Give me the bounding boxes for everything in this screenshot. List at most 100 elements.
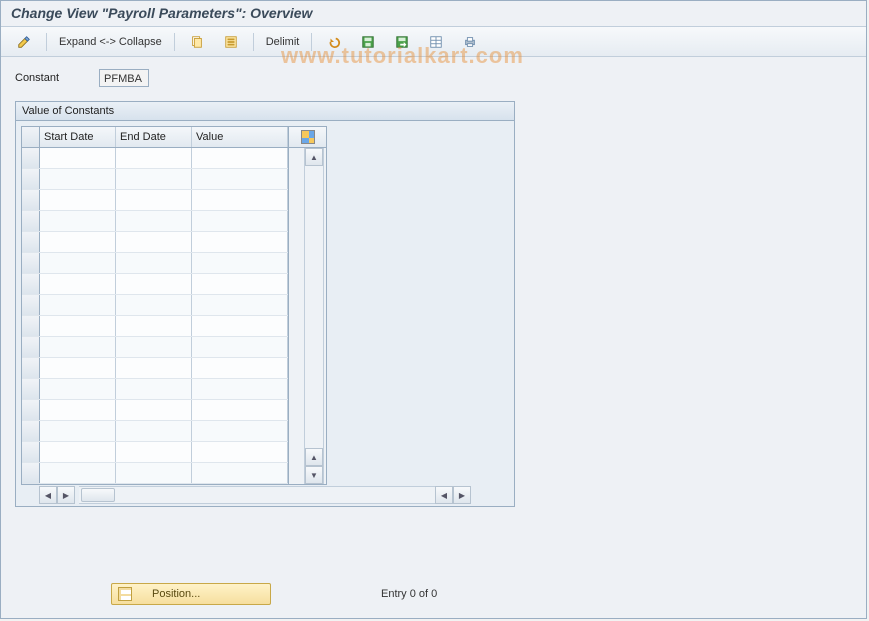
row-selector[interactable]	[22, 400, 40, 420]
col-end-date[interactable]: End Date	[116, 127, 192, 147]
cell-start-date[interactable]	[40, 190, 116, 210]
cell-start-date[interactable]	[40, 337, 116, 357]
expand-collapse-button[interactable]: Expand <-> Collapse	[54, 31, 167, 53]
cell-end-date[interactable]	[116, 253, 192, 273]
cell-end-date[interactable]	[116, 337, 192, 357]
row-selector[interactable]	[22, 232, 40, 252]
scroll-right2-button[interactable]: ◀	[435, 486, 453, 504]
table-row[interactable]	[22, 232, 288, 253]
table-row[interactable]	[22, 463, 288, 484]
row-selector[interactable]	[22, 358, 40, 378]
scroll-down-button[interactable]: ▼	[305, 466, 323, 484]
cell-end-date[interactable]	[116, 463, 192, 483]
save-button[interactable]	[353, 31, 383, 53]
cell-value[interactable]	[192, 358, 288, 378]
table-row[interactable]	[22, 421, 288, 442]
table-row[interactable]	[22, 400, 288, 421]
scroll-left-button[interactable]: ◀	[39, 486, 57, 504]
cell-start-date[interactable]	[40, 148, 116, 168]
row-selector[interactable]	[22, 337, 40, 357]
row-selector[interactable]	[22, 421, 40, 441]
cell-end-date[interactable]	[116, 274, 192, 294]
scroll-track[interactable]	[305, 166, 323, 448]
cell-value[interactable]	[192, 211, 288, 231]
position-button[interactable]: Position...	[111, 583, 271, 605]
cell-start-date[interactable]	[40, 274, 116, 294]
row-selector[interactable]	[22, 190, 40, 210]
col-value[interactable]: Value	[192, 127, 288, 147]
table-row[interactable]	[22, 148, 288, 169]
undo-button[interactable]	[319, 31, 349, 53]
cell-value[interactable]	[192, 337, 288, 357]
cell-value[interactable]	[192, 190, 288, 210]
table-row[interactable]	[22, 253, 288, 274]
cell-end-date[interactable]	[116, 442, 192, 462]
cell-start-date[interactable]	[40, 442, 116, 462]
hscroll-track[interactable]	[79, 486, 435, 504]
row-selector[interactable]	[22, 316, 40, 336]
hscroll-thumb[interactable]	[81, 488, 115, 502]
cell-value[interactable]	[192, 274, 288, 294]
cell-start-date[interactable]	[40, 253, 116, 273]
cell-start-date[interactable]	[40, 316, 116, 336]
cell-end-date[interactable]	[116, 400, 192, 420]
copy-button[interactable]	[182, 31, 212, 53]
row-selector[interactable]	[22, 274, 40, 294]
row-selector[interactable]	[22, 379, 40, 399]
cell-value[interactable]	[192, 169, 288, 189]
cell-start-date[interactable]	[40, 211, 116, 231]
scroll-right-button[interactable]: ▶	[453, 486, 471, 504]
table-row[interactable]	[22, 190, 288, 211]
cell-start-date[interactable]	[40, 232, 116, 252]
cell-end-date[interactable]	[116, 358, 192, 378]
row-selector[interactable]	[22, 211, 40, 231]
cell-start-date[interactable]	[40, 169, 116, 189]
cell-start-date[interactable]	[40, 358, 116, 378]
vertical-scrollbar[interactable]: ▲ ▲ ▼	[304, 148, 324, 484]
print-button[interactable]	[455, 31, 485, 53]
cell-end-date[interactable]	[116, 421, 192, 441]
table-row[interactable]	[22, 379, 288, 400]
row-selector[interactable]	[22, 442, 40, 462]
row-selector[interactable]	[22, 253, 40, 273]
row-selector[interactable]	[22, 295, 40, 315]
horizontal-scrollbar[interactable]: ◀ ▶ ◀ ▶	[21, 486, 509, 504]
cell-end-date[interactable]	[116, 148, 192, 168]
cell-value[interactable]	[192, 316, 288, 336]
table-row[interactable]	[22, 358, 288, 379]
scroll-left2-button[interactable]: ▶	[57, 486, 75, 504]
select-all-rows[interactable]	[22, 127, 40, 147]
cell-start-date[interactable]	[40, 400, 116, 420]
cell-end-date[interactable]	[116, 211, 192, 231]
cell-value[interactable]	[192, 295, 288, 315]
constants-grid[interactable]: Start Date End Date Value	[21, 126, 289, 485]
row-selector[interactable]	[22, 169, 40, 189]
cell-end-date[interactable]	[116, 316, 192, 336]
cell-start-date[interactable]	[40, 463, 116, 483]
cell-value[interactable]	[192, 421, 288, 441]
scroll-up2-button[interactable]: ▲	[305, 448, 323, 466]
save-next-button[interactable]	[387, 31, 417, 53]
table-row[interactable]	[22, 169, 288, 190]
table-row[interactable]	[22, 442, 288, 463]
table-row[interactable]	[22, 295, 288, 316]
cell-end-date[interactable]	[116, 232, 192, 252]
cell-value[interactable]	[192, 253, 288, 273]
select-all-button[interactable]	[216, 31, 246, 53]
cell-end-date[interactable]	[116, 190, 192, 210]
cell-start-date[interactable]	[40, 295, 116, 315]
cell-end-date[interactable]	[116, 169, 192, 189]
table-settings-button[interactable]	[421, 31, 451, 53]
table-row[interactable]	[22, 316, 288, 337]
cell-start-date[interactable]	[40, 379, 116, 399]
row-selector[interactable]	[22, 148, 40, 168]
configure-columns-button[interactable]	[289, 127, 326, 148]
cell-value[interactable]	[192, 232, 288, 252]
cell-value[interactable]	[192, 463, 288, 483]
cell-value[interactable]	[192, 442, 288, 462]
row-selector[interactable]	[22, 463, 40, 483]
cell-end-date[interactable]	[116, 295, 192, 315]
cell-end-date[interactable]	[116, 379, 192, 399]
cell-value[interactable]	[192, 148, 288, 168]
delimit-button[interactable]: Delimit	[261, 31, 305, 53]
